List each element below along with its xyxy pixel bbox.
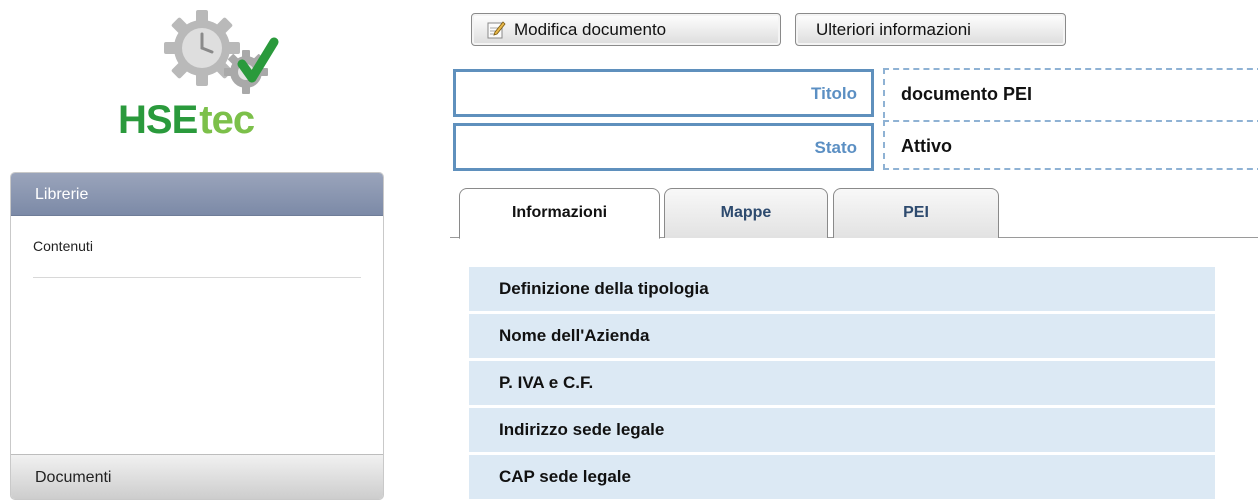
edit-note-icon xyxy=(486,20,506,40)
edit-document-label: Modifica documento xyxy=(514,19,667,39)
title-value: documento PEI xyxy=(883,68,1258,118)
gears-clock-check-icon xyxy=(164,10,279,94)
more-info-button[interactable]: Ulteriori informazioni xyxy=(795,13,1066,46)
tab-pei[interactable]: PEI xyxy=(833,188,999,238)
logo-text-hse: HSE xyxy=(118,98,198,142)
status-value: Attivo xyxy=(883,120,1258,170)
tab-mappe[interactable]: Mappe xyxy=(664,188,828,238)
field-list: Definizione della tipologia Nome dell'Az… xyxy=(469,267,1215,501)
sidebar: Librerie Contenuti Documenti xyxy=(10,172,384,500)
field-row-cap-sede-legale: CAP sede legale xyxy=(469,455,1215,499)
title-label: Titolo xyxy=(453,69,874,117)
field-row-definizione-tipologia: Definizione della tipologia xyxy=(469,267,1215,311)
field-row-nome-azienda: Nome dell'Azienda xyxy=(469,314,1215,358)
hsetec-logo: HSEtec xyxy=(112,8,292,148)
status-label: Stato xyxy=(453,123,874,171)
sidebar-header-librerie[interactable]: Librerie xyxy=(11,173,383,216)
tab-informazioni[interactable]: Informazioni xyxy=(459,188,660,239)
logo-text-tec: tec xyxy=(199,98,255,142)
field-row-indirizzo-sede-legale: Indirizzo sede legale xyxy=(469,408,1215,452)
field-row-piva-cf: P. IVA e C.F. xyxy=(469,361,1215,405)
logo-wordmark: HSEtec xyxy=(118,98,255,142)
more-info-label: Ulteriori informazioni xyxy=(816,19,971,39)
sidebar-footer-documenti[interactable]: Documenti xyxy=(11,454,383,499)
edit-document-button[interactable]: Modifica documento xyxy=(471,13,781,46)
sidebar-item-contenuti[interactable]: Contenuti xyxy=(33,216,361,278)
